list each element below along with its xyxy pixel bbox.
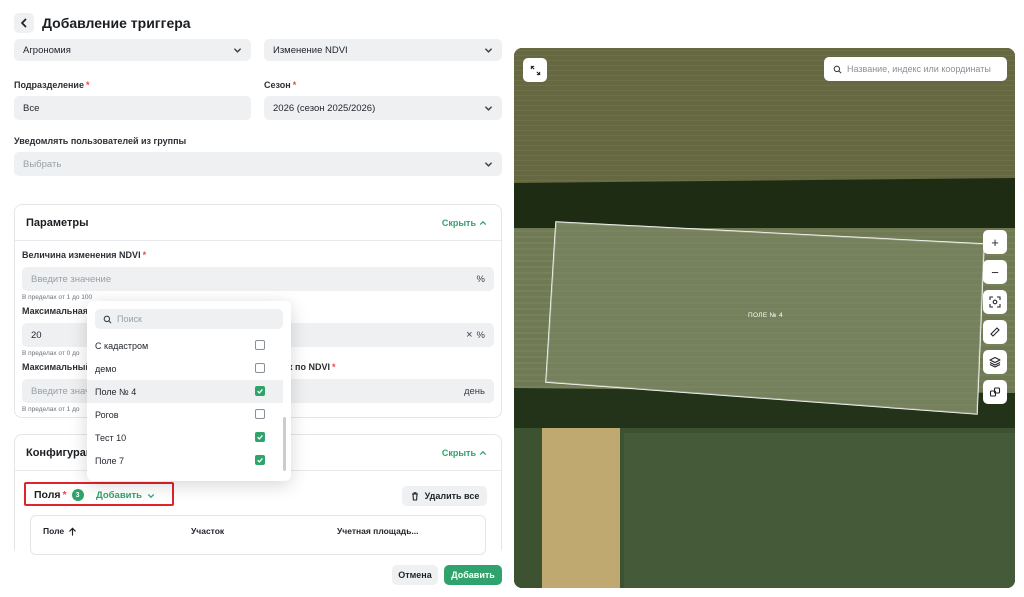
dropdown-search-input[interactable]: Поиск [95,309,283,329]
zoom-out-button[interactable]: − [983,260,1007,284]
satellite-map[interactable]: Название, индекс или координаты ПОЛЕ № 4… [514,48,1015,588]
checkbox[interactable] [255,363,265,373]
fields-count-badge: 3 [71,489,84,501]
ndvi-change-input[interactable]: Введите значение % [22,267,494,291]
chevron-down-icon [234,47,241,53]
back-button[interactable] [14,13,34,33]
column-header-field[interactable]: Поле [43,526,77,536]
dropdown-item[interactable]: Поле № 4 [87,380,283,403]
max-period-placeholder: Введите значе [31,385,96,397]
division-value: Все [23,102,40,114]
season-select[interactable]: 2026 (сезон 2025/2026) [264,96,502,120]
fields-dropdown: Поиск С кадастром демо Поле № 4 Рогов Те… [87,301,291,481]
dropdown-item[interactable]: Рогов [87,403,283,426]
layers-icon [989,357,1001,368]
expand-button[interactable] [523,58,547,82]
page-header: Добавление триггера [14,12,191,34]
delete-all-button[interactable]: Удалить все [402,486,487,506]
search-icon [833,65,842,73]
dropdown-scrollbar[interactable] [283,417,286,471]
notify-select[interactable]: Выбрать [14,152,502,176]
dropdown-item[interactable]: Тест 10 [87,426,283,449]
max-change-value: 20 [31,329,42,341]
ndvi-change-hint: В пределах от 1 до 100 [22,294,93,301]
checkbox-checked[interactable] [255,455,265,465]
max-period-hint: В пределах от 1 до [22,406,80,413]
expand-icon [530,65,540,75]
sort-up-icon [69,527,76,536]
event-value: Изменение NDVI [273,44,348,56]
season-value: 2026 (сезон 2025/2026) [273,102,376,114]
ndvi-change-unit: % [476,273,485,285]
column-header-area[interactable]: Учетная площадь... [337,526,419,536]
page-title: Добавление триггера [42,15,191,31]
max-period-label: Максимальный [22,362,91,372]
add-fields-button[interactable]: Добавить [96,490,155,501]
map-field-label: ПОЛЕ № 4 [748,312,783,319]
focus-button[interactable] [983,290,1007,314]
submit-button[interactable]: Добавить [444,565,502,585]
chevron-up-icon [479,220,487,225]
ndvi-change-label: Величина изменения NDVI * [22,250,147,260]
fields-label: Поля * 3 [34,489,84,501]
map-search-input[interactable]: Название, индекс или координаты [824,57,1007,81]
checkbox[interactable] [255,340,265,350]
chevron-up-icon [479,450,487,455]
layers-button[interactable] [983,350,1007,374]
chevron-down-icon [147,493,155,498]
category-value: Агрономия [23,44,71,56]
ndvi-change-placeholder: Введите значение [31,273,112,285]
checkbox-checked[interactable] [255,432,265,442]
clear-icon[interactable]: × [466,329,472,341]
trash-icon [411,492,418,501]
fields-table: Поле Участок Учетная площадь... [30,515,486,555]
check-icon [257,457,263,463]
season-label: Сезон * [264,80,297,90]
dropdown-item[interactable]: демо [87,357,283,380]
minus-icon: − [991,264,999,280]
max-period-label-tail: к по NDVI * [288,362,336,372]
link-button[interactable] [983,380,1007,404]
division-label: Подразделение * [14,80,90,90]
plus-icon: + [991,234,999,250]
cancel-button[interactable]: Отмена [392,565,438,585]
chevron-down-icon [485,161,492,167]
focus-icon [989,296,1001,308]
ruler-button[interactable] [983,320,1007,344]
max-change-hint: В пределах от 0 до [22,350,80,357]
notify-placeholder: Выбрать [23,158,62,170]
link-icon [989,387,1001,397]
check-icon [257,434,263,440]
zoom-in-button[interactable]: + [983,230,1007,254]
checkbox-checked[interactable] [255,386,265,396]
check-icon [257,388,263,394]
category-select[interactable]: Агрономия [14,39,251,61]
checkbox[interactable] [255,409,265,419]
dropdown-item[interactable]: С кадастром [87,334,283,357]
chevron-down-icon [485,47,492,53]
column-header-plot[interactable]: Участок [191,526,224,536]
parameters-hide-toggle[interactable]: Скрыть [442,218,487,228]
event-select[interactable]: Изменение NDVI [264,39,502,61]
fields-highlight: Поля * 3 Добавить [24,482,174,506]
search-icon [103,315,112,323]
chevron-left-icon [21,18,27,28]
ruler-icon [990,327,1000,337]
max-period-unit: день [463,385,485,397]
division-select[interactable]: Все [14,96,251,120]
notify-label: Уведомлять пользователей из группы [14,136,187,146]
max-change-unit: % [476,329,485,341]
configuration-hide-toggle[interactable]: Скрыть [442,448,487,458]
dropdown-item[interactable]: Поле 7 [87,449,283,472]
parameters-title: Параметры [26,217,89,229]
max-change-label: Максимальная [22,306,89,316]
parameters-header: Параметры Скрыть [15,205,501,241]
chevron-down-icon [485,105,492,111]
